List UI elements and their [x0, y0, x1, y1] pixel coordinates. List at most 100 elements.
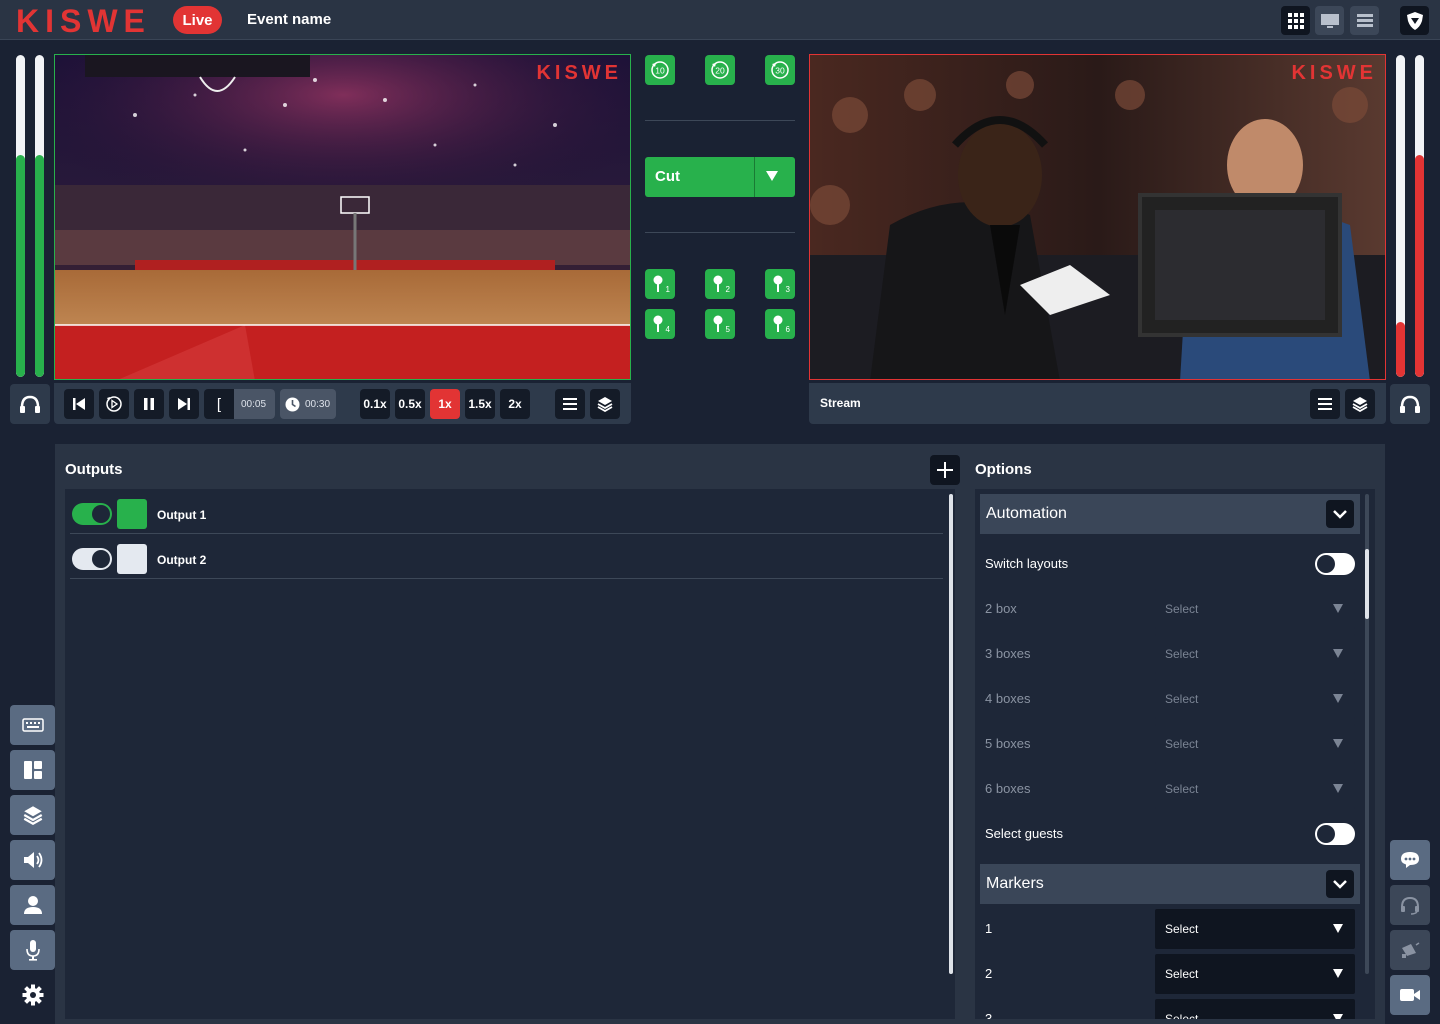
switch-layouts-toggle[interactable] — [1315, 553, 1355, 575]
markers-collapse-button[interactable] — [1326, 870, 1354, 898]
layout-select[interactable]: Select — [1155, 634, 1355, 674]
layers-icon — [23, 806, 42, 825]
toggle-knob — [92, 505, 110, 523]
headphones-icon — [20, 395, 40, 413]
caret-down-icon — [1333, 784, 1343, 793]
speed-0.5x-button[interactable]: 0.5x — [395, 389, 425, 419]
preview-layers-button[interactable] — [590, 389, 620, 419]
layout-select[interactable]: Select — [1155, 589, 1355, 629]
megaphone-button[interactable] — [1390, 930, 1430, 970]
microphone-button[interactable] — [10, 930, 55, 970]
output-toggle[interactable] — [72, 503, 112, 525]
settings-icon — [22, 984, 43, 1006]
select-value: Select — [1165, 737, 1199, 751]
marker-2-button[interactable]: 2 — [705, 269, 735, 299]
stream-label: Stream — [820, 396, 861, 410]
marker-select[interactable]: Select — [1155, 999, 1355, 1019]
camera-button[interactable] — [1390, 975, 1430, 1015]
keyboard-button[interactable] — [10, 705, 55, 745]
speed-1x-button[interactable]: 1x — [430, 389, 460, 419]
cut-dropdown-button[interactable] — [765, 169, 779, 183]
caret-down-icon — [766, 171, 778, 181]
caret-down-icon — [1333, 694, 1343, 703]
cut-label: Cut — [655, 168, 680, 185]
marker-6-button[interactable]: 6 — [765, 309, 795, 339]
marker-4-button[interactable]: 4 — [645, 309, 675, 339]
output-row: Output 1 — [70, 489, 943, 534]
speed-1.5x-button[interactable]: 1.5x — [465, 389, 495, 419]
options-scrollbar[interactable] — [1365, 494, 1369, 974]
chat-button[interactable] — [1390, 840, 1430, 880]
list-view-button[interactable] — [1350, 6, 1379, 35]
marker-1-button[interactable]: 1 — [645, 269, 675, 299]
layers-sidebar-button[interactable] — [10, 795, 55, 835]
outputs-scrollbar[interactable] — [949, 494, 953, 974]
add-output-button[interactable] — [930, 455, 960, 485]
headset-button[interactable] — [1390, 885, 1430, 925]
toggle-knob — [1317, 555, 1335, 573]
grid-view-button[interactable] — [1281, 6, 1310, 35]
marker-select[interactable]: Select — [1155, 954, 1355, 994]
cut-button[interactable]: Cut — [645, 157, 795, 197]
select-value: Select — [1165, 922, 1199, 936]
program-layers-button[interactable] — [1345, 389, 1375, 419]
live-badge[interactable]: Live — [173, 6, 222, 34]
marker-5-button[interactable]: 5 — [705, 309, 735, 339]
preview-menu-button[interactable] — [555, 389, 585, 419]
out-time: 00:30 — [305, 398, 331, 410]
monitor-view-button[interactable] — [1315, 6, 1344, 35]
guests-button[interactable] — [10, 885, 55, 925]
options-panel: Options Automation Switch layouts 2 box S… — [965, 444, 1385, 1024]
program-menu-button[interactable] — [1310, 389, 1340, 419]
layout-button[interactable] — [10, 750, 55, 790]
in-point-group[interactable]: [ 00:05 — [204, 389, 275, 419]
skip-forward-button[interactable] — [169, 389, 199, 419]
output-color-swatch[interactable] — [117, 544, 147, 574]
microphone-icon — [25, 940, 40, 961]
output-color-swatch[interactable] — [117, 499, 147, 529]
kiswe-logo: KISWE — [16, 3, 151, 39]
preview-video[interactable]: KISWE — [54, 54, 631, 380]
automation-collapse-button[interactable] — [1326, 500, 1354, 528]
layout-select[interactable]: Select — [1155, 679, 1355, 719]
marker-3-button[interactable]: 3 — [765, 269, 795, 299]
arena-image — [55, 55, 630, 379]
plus-icon — [937, 462, 953, 478]
speed-2x-button[interactable]: 2x — [500, 389, 530, 419]
headphones-right-button[interactable] — [1390, 384, 1430, 424]
marker-row-label: 2 — [985, 966, 993, 981]
speed-0.1x-button[interactable]: 0.1x — [360, 389, 390, 419]
audio-meter-right-2 — [1415, 55, 1424, 377]
select-value: Select — [1165, 1012, 1199, 1019]
output-toggle[interactable] — [72, 548, 112, 570]
pause-button[interactable] — [134, 389, 164, 419]
out-point-group[interactable]: 00:30 — [280, 389, 336, 419]
pause-icon — [144, 398, 154, 410]
rewind-30-button[interactable]: 30 — [765, 55, 795, 85]
headphones-left-button[interactable] — [10, 384, 50, 424]
headphones-icon — [1400, 395, 1420, 413]
monitor-icon — [1320, 13, 1339, 28]
options-title: Options — [975, 461, 1032, 478]
layout-select[interactable]: Select — [1155, 724, 1355, 764]
audio-button[interactable] — [10, 840, 55, 880]
caret-down-icon — [1333, 739, 1343, 748]
replay-button[interactable] — [99, 389, 129, 419]
markers-title: Markers — [986, 875, 1044, 892]
caret-down-icon — [1333, 924, 1343, 933]
automation-section-header[interactable]: Automation — [980, 494, 1360, 534]
skip-back-icon — [73, 398, 85, 410]
rewind-20-button[interactable]: 20 — [705, 55, 735, 85]
program-video[interactable]: KISWE — [809, 54, 1386, 380]
skip-back-button[interactable] — [64, 389, 94, 419]
shield-button[interactable] — [1400, 6, 1429, 35]
options-scrollbar-thumb[interactable] — [1365, 549, 1369, 619]
layout-select[interactable]: Select — [1155, 769, 1355, 809]
select-guests-toggle[interactable] — [1315, 823, 1355, 845]
rewind-icon: 10 — [651, 61, 669, 79]
outputs-scrollbar-thumb[interactable] — [949, 494, 953, 974]
rewind-10-button[interactable]: 10 — [645, 55, 675, 85]
markers-section-header[interactable]: Markers — [980, 864, 1360, 904]
marker-select[interactable]: Select — [1155, 909, 1355, 949]
settings-button[interactable] — [10, 975, 55, 1015]
